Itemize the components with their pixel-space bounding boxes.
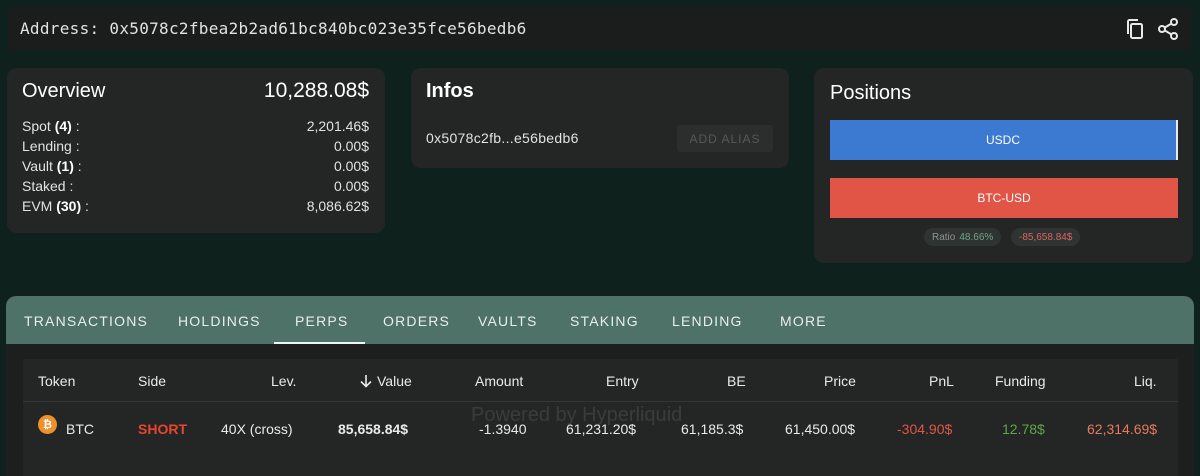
arrow-down-icon (360, 375, 372, 388)
row-entry: 61,231.20$ (566, 421, 637, 437)
overview-title: Overview (22, 80, 106, 102)
row-pnl: -304.90$ (897, 421, 953, 437)
address-label: Address: 0x5078c2fbea2b2ad61bc840bc023e3… (20, 19, 527, 38)
row-liq: 62,314.69$ (1087, 421, 1158, 437)
overview-row-spot: Spot (4) : 2,201.46$ (22, 118, 369, 138)
header-value[interactable]: Value (359, 373, 412, 389)
header-price[interactable]: Price (824, 373, 856, 389)
copy-icon[interactable] (1123, 17, 1147, 41)
overview-value: 0.00$ (333, 138, 369, 154)
row-funding: 12.78$ (1002, 421, 1045, 437)
positions-title: Positions (830, 82, 912, 104)
positions-card: Positions USDC BTC-USD Ratio 48.66% -85,6… (814, 68, 1193, 263)
row-value: 85,658.84$ (338, 421, 409, 437)
tab-staking[interactable]: STAKING (570, 313, 639, 329)
positions-panel: TRANSACTIONS HOLDINGS PERPS ORDERS VAULT… (6, 296, 1194, 476)
tab-lending[interactable]: LENDING (672, 313, 743, 329)
overview-row-vault: Vault (1) : 0.00$ (22, 158, 369, 178)
short-address: 0x5078c2fb...e56bedb6 (426, 130, 579, 146)
tab-more[interactable]: MORE (780, 313, 827, 329)
overview-row-evm: EVM (30) : 8,086.62$ (22, 198, 369, 218)
row-token: BTC (66, 421, 94, 437)
row-amount: -1.3940 (479, 421, 527, 437)
header-amount[interactable]: Amount (475, 373, 523, 389)
tab-bar: TRANSACTIONS HOLDINGS PERPS ORDERS VAULT… (6, 296, 1194, 344)
header-side[interactable]: Side (138, 373, 166, 389)
row-lev: 40X (cross) (221, 421, 293, 437)
overview-value: 0.00$ (333, 178, 369, 194)
row-price: 61,450.00$ (785, 421, 856, 437)
tab-vaults[interactable]: VAULTS (478, 313, 538, 329)
header-token[interactable]: Token (38, 373, 75, 389)
position-bar-btc-usd[interactable]: BTC-USD (830, 178, 1178, 218)
pnl-badge: -85,658.84$ (1011, 228, 1081, 246)
add-alias-button[interactable]: ADD ALIAS (677, 125, 773, 152)
overview-card: Overview 10,288.08$ Spot (4) : 2,201.46$… (7, 68, 385, 233)
bitcoin-icon: ₿ (38, 415, 57, 434)
share-icon[interactable] (1156, 17, 1180, 41)
tab-orders[interactable]: ORDERS (383, 313, 450, 329)
active-tab-indicator (274, 342, 365, 344)
overview-value: 2,201.46$ (306, 118, 369, 134)
row-be: 61,185.3$ (681, 421, 744, 437)
position-bar-usdc[interactable]: USDC (830, 120, 1178, 160)
overview-total: 10,288.08$ (263, 79, 369, 102)
header-pnl[interactable]: PnL (929, 373, 954, 389)
overview-row-lending: Lending : 0.00$ (22, 138, 369, 158)
header-lev[interactable]: Lev. (271, 373, 296, 389)
tab-perps[interactable]: PERPS (295, 313, 348, 329)
ratio-badge: Ratio 48.66% (924, 228, 1002, 246)
header-funding[interactable]: Funding (995, 373, 1046, 389)
overview-value: 0.00$ (333, 158, 369, 174)
header-be[interactable]: BE (727, 373, 746, 389)
tab-holdings[interactable]: HOLDINGS (178, 313, 261, 329)
infos-title: Infos (426, 80, 474, 102)
overview-value: 8,086.62$ (306, 198, 369, 214)
header-entry[interactable]: Entry (606, 373, 639, 389)
overview-row-staked: Staked : 0.00$ (22, 178, 369, 198)
infos-card: Infos 0x5078c2fb...e56bedb6 ADD ALIAS (411, 68, 789, 168)
header-liq[interactable]: Liq. (1134, 373, 1157, 389)
tab-transactions[interactable]: TRANSACTIONS (24, 313, 148, 329)
perps-table: Token Side Lev. Value Amount Entry BE Pr… (23, 359, 1178, 476)
address-bar: Address: 0x5078c2fbea2b2ad61bc840bc023e3… (8, 7, 1191, 50)
row-side: SHORT (138, 421, 187, 437)
header-divider (23, 401, 1178, 402)
